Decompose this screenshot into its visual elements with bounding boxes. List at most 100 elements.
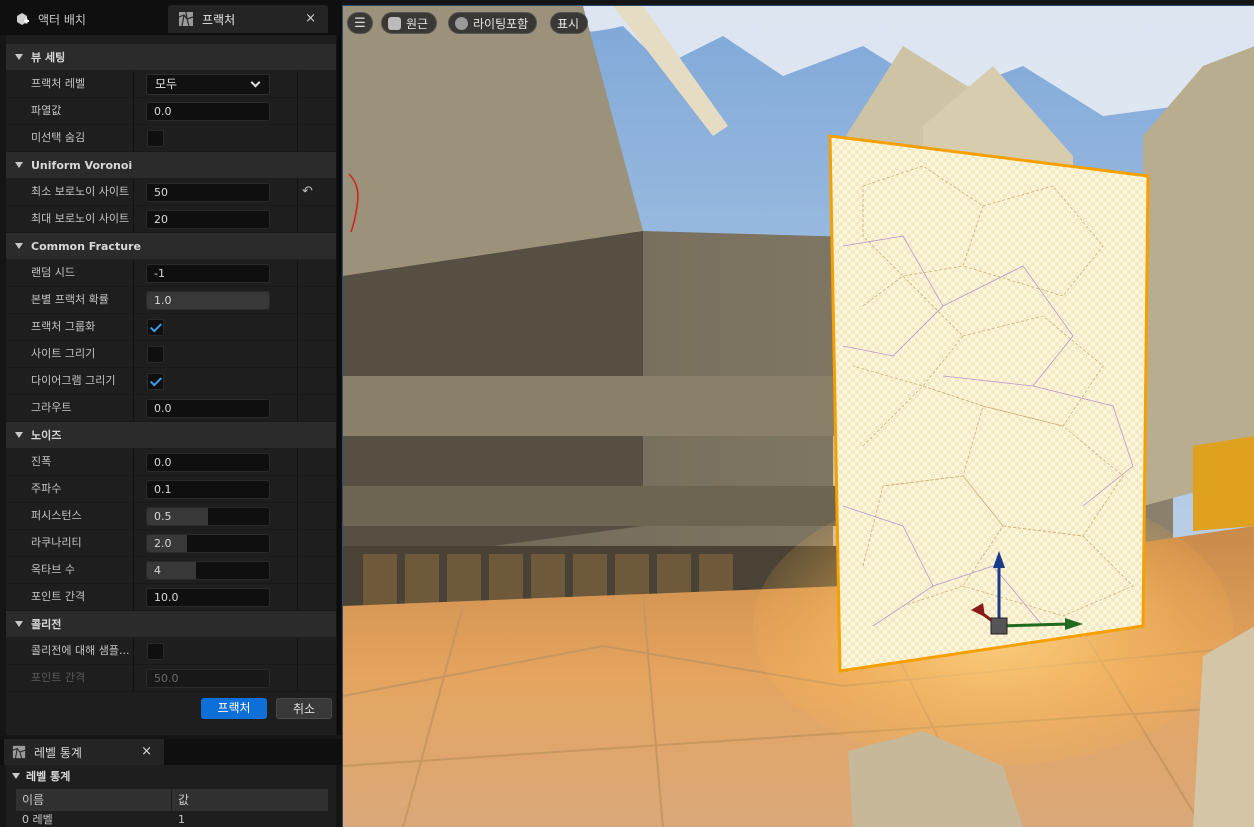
field-value: 4: [154, 564, 161, 577]
row-label: 다이어그램 그리기: [31, 374, 116, 387]
tab-level-stats-label: 레벨 통계: [34, 745, 82, 760]
lacunarity-slider[interactable]: 2.0: [146, 534, 270, 553]
lighting-sphere-icon: [455, 16, 468, 30]
row-chance-to-fracture: 본별 프랙처 확률 1.0: [6, 287, 336, 314]
row-label: 옥타브 수: [31, 563, 75, 576]
reset-to-default-icon[interactable]: ↶: [302, 184, 313, 199]
row-label: 라쿠나리티: [31, 536, 82, 549]
tab-fracture-label: 프랙처: [202, 12, 236, 27]
show-button[interactable]: 표시: [550, 12, 589, 34]
lighting-button[interactable]: 라이팅포함: [448, 12, 538, 34]
close-icon[interactable]: ×: [141, 744, 152, 759]
section-label: 뷰 세팅: [31, 51, 66, 64]
row-label: 진폭: [31, 455, 52, 468]
amplitude-input[interactable]: 0.0: [146, 453, 270, 472]
field-value: 50.0: [154, 672, 179, 685]
octave-count-slider[interactable]: 4: [146, 561, 270, 580]
field-value: 1.0: [154, 294, 172, 307]
row-point-spacing: 포인트 간격 10.0: [6, 584, 336, 611]
section-noise[interactable]: 노이즈: [6, 422, 336, 448]
section-common-fracture[interactable]: Common Fracture: [6, 233, 336, 259]
collapse-arrow-icon: [15, 162, 23, 168]
section-uniform-voronoi[interactable]: Uniform Voronoi: [6, 152, 336, 178]
column-header-name[interactable]: 이름: [16, 789, 171, 811]
field-value: 2.0: [154, 537, 172, 550]
row-octave-count: 옥타브 수 4: [6, 557, 336, 584]
group-fracture-checkbox[interactable]: [147, 319, 164, 336]
row-frequency: 주파수 0.1: [6, 476, 336, 503]
level-stats-panel: 레벨 통계 이름 값 0 레벨 1: [6, 765, 336, 827]
field-value: -1: [154, 267, 165, 280]
row-label: 미선택 숨김: [31, 131, 86, 144]
fracture-level-dropdown[interactable]: 모두: [146, 74, 270, 95]
field-value: 0.0: [154, 456, 172, 469]
cancel-button[interactable]: 취소: [276, 698, 332, 719]
field-value: 10.0: [154, 591, 179, 604]
viewport-menu-button[interactable]: ☰: [347, 12, 373, 34]
section-label: 레벨 통계: [26, 770, 71, 783]
table-cell: 1: [178, 813, 185, 826]
row-hide-unselected: 미선택 숨김: [6, 125, 336, 152]
frequency-input[interactable]: 0.1: [146, 480, 270, 499]
row-label: 포인트 간격: [31, 671, 86, 684]
fracture-icon: [178, 11, 194, 27]
section-view-settings[interactable]: 뷰 세팅: [6, 44, 336, 70]
level-stats-tab-bar: 레벨 통계 ×: [0, 739, 342, 765]
collapse-arrow-icon: [15, 243, 23, 249]
explode-amount-input[interactable]: 0.0: [146, 102, 270, 121]
section-collision[interactable]: 콜리전: [6, 611, 336, 637]
hamburger-icon: ☰: [354, 15, 366, 31]
row-label: 파열값: [31, 104, 62, 117]
viewport-scene[interactable]: [343, 6, 1254, 827]
perspective-label: 원근: [406, 16, 429, 31]
section-label: Uniform Voronoi: [31, 158, 133, 172]
row-label: 그라우트: [31, 401, 72, 414]
field-value: 20: [154, 213, 168, 226]
row-max-voronoi-sites: 최대 보로노이 사이트 20: [6, 206, 336, 233]
max-voronoi-sites-input[interactable]: 20: [146, 210, 270, 229]
row-label: 주파수: [31, 482, 62, 495]
section-label: Common Fracture: [31, 239, 141, 253]
hide-unselected-checkbox[interactable]: [147, 130, 164, 147]
row-amplitude: 진폭 0.0: [6, 449, 336, 476]
level-viewport[interactable]: ☰ 원근 라이팅포함 표시: [342, 5, 1254, 827]
column-header-value[interactable]: 값: [172, 789, 328, 811]
point-spacing-input[interactable]: 10.0: [146, 588, 270, 607]
row-grout: 그라우트 0.0: [6, 395, 336, 422]
row-persistence: 퍼시스턴스 0.5: [6, 503, 336, 530]
row-label: 사이트 그리기: [31, 347, 96, 360]
row-lacunarity: 라쿠나리티 2.0: [6, 530, 336, 557]
collision-point-spacing-input: 50.0: [146, 669, 270, 688]
row-label: 콜리전에 대해 샘플...: [31, 644, 130, 657]
draw-diagram-checkbox[interactable]: [147, 373, 164, 390]
row-label: 프랙처 그룹화: [31, 320, 96, 333]
collapse-arrow-icon: [15, 54, 23, 60]
dropdown-value: 모두: [155, 77, 178, 91]
tab-fracture[interactable]: 프랙처 ×: [168, 5, 328, 33]
fracture-details-panel: 뷰 세팅 프랙처 레벨 모두 파열값 0.0 미선택 숨김 Uniform Vo…: [6, 35, 336, 735]
perspective-button[interactable]: 원근: [381, 12, 438, 34]
field-value: 50: [154, 186, 168, 199]
persistence-slider[interactable]: 0.5: [146, 507, 270, 526]
panel-tab-bar: 액터 배치 프랙처 ×: [0, 0, 342, 35]
tab-level-stats[interactable]: 레벨 통계 ×: [4, 739, 164, 765]
draw-sites-checkbox[interactable]: [147, 346, 164, 363]
row-draw-diagram: 다이어그램 그리기: [6, 368, 336, 395]
sample-for-collision-checkbox[interactable]: [147, 643, 164, 660]
panel-scrollbar[interactable]: [337, 35, 341, 735]
random-seed-input[interactable]: -1: [146, 264, 270, 283]
fracture-button[interactable]: 프랙처: [201, 698, 267, 719]
row-label: 랜덤 시드: [31, 266, 75, 279]
field-value: 0.0: [154, 105, 172, 118]
tab-actor-placement[interactable]: 액터 배치: [4, 5, 164, 33]
grout-input[interactable]: 0.0: [146, 399, 270, 418]
row-label: 최소 보로노이 사이트: [31, 185, 130, 198]
chance-to-fracture-slider[interactable]: 1.0: [146, 291, 270, 310]
close-icon[interactable]: ×: [305, 11, 316, 26]
section-level-stats[interactable]: 레벨 통계: [6, 765, 336, 787]
level-stats-icon: [12, 745, 26, 759]
row-label: 퍼시스턴스: [31, 509, 82, 522]
field-value: 0.5: [154, 510, 172, 523]
min-voronoi-sites-input[interactable]: 50: [146, 183, 270, 202]
row-sample-for-collision: 콜리전에 대해 샘플...: [6, 638, 336, 665]
